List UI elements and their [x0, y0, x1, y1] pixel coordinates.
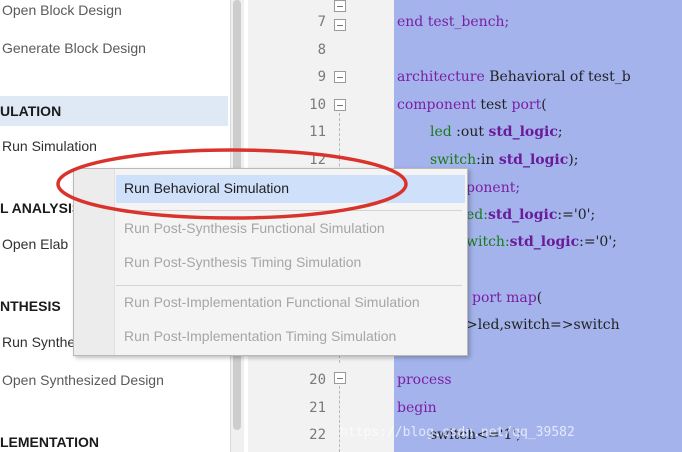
- nav-item-open-block-design[interactable]: Open Block Design: [2, 2, 122, 18]
- line-number: 11: [309, 124, 326, 140]
- code-keyword: ponent;: [466, 180, 521, 196]
- code-line[interactable]: ed:std_logic:='0';: [466, 207, 595, 223]
- code-keyword: process: [397, 372, 452, 388]
- fold-toggle-icon[interactable]: [334, 0, 346, 12]
- code-line[interactable]: begin: [397, 400, 437, 416]
- code-identifier: witch:: [466, 234, 510, 250]
- line-number: 20: [309, 372, 326, 388]
- menu-item-run-post-synthesis-functional-simulation[interactable]: Run Post-Synthesis Functional Simulation: [124, 220, 385, 236]
- code-token: end test_bench;: [397, 14, 510, 30]
- menu-item-run-post-synthesis-timing-simulation[interactable]: Run Post-Synthesis Timing Simulation: [124, 254, 361, 270]
- line-number: 21: [309, 400, 326, 416]
- line-number: 10: [309, 97, 326, 113]
- menu-item-run-post-implementation-timing-simulation[interactable]: Run Post-Implementation Timing Simulatio…: [124, 328, 396, 344]
- code-token: :='0';: [557, 207, 596, 223]
- code-token: ;: [557, 124, 563, 140]
- code-identifier: ed:: [466, 207, 488, 223]
- nav-section-synthesis[interactable]: NTHESIS: [0, 298, 61, 314]
- run-simulation-context-menu: Run Behavioral Simulation Run Post-Synth…: [73, 168, 468, 356]
- code-token: test: [475, 97, 512, 113]
- fold-toggle-icon[interactable]: [334, 372, 346, 384]
- code-keyword: port: [511, 97, 542, 113]
- nav-item-generate-block-design[interactable]: Generate Block Design: [2, 40, 146, 56]
- code-keyword: architecture: [397, 69, 485, 85]
- code-line[interactable]: witch:std_logic:='0';: [466, 234, 617, 250]
- code-identifier: led: [430, 124, 452, 140]
- menu-icon-column: [74, 169, 115, 355]
- line-number: 12: [309, 152, 326, 168]
- code-token: :='0';: [579, 234, 617, 250]
- menu-separator: [116, 285, 462, 286]
- code-type: std_logic: [509, 234, 580, 250]
- line-number: 22: [309, 427, 326, 443]
- code-line[interactable]: ponent;: [466, 180, 520, 196]
- nav-section-rtl-analysis[interactable]: L ANALYSIS: [0, 200, 81, 216]
- code-line[interactable]: process: [397, 372, 452, 388]
- code-token: );: [568, 152, 579, 168]
- code-line[interactable]: component test port(: [397, 97, 547, 113]
- fold-guide-line: [339, 386, 340, 452]
- watermark-text: https://blog.csdn.net/qq_39582: [340, 425, 575, 440]
- code-line[interactable]: end test_bench;: [397, 14, 509, 30]
- code-line[interactable]: port map(: [472, 290, 542, 306]
- nav-item-open-elaborated-design[interactable]: Open Elab: [2, 236, 68, 252]
- code-keyword: port map: [472, 290, 537, 306]
- nav-item-run-simulation[interactable]: Run Simulation: [2, 138, 97, 154]
- fold-toggle-icon[interactable]: [334, 19, 346, 31]
- code-keyword: begin: [397, 400, 437, 416]
- code-keyword: component: [397, 97, 476, 113]
- code-token: (: [536, 290, 543, 306]
- code-token: (: [541, 97, 547, 113]
- code-token: :out: [451, 124, 489, 140]
- fold-toggle-icon[interactable]: [334, 71, 346, 83]
- line-number: 8: [317, 42, 326, 58]
- line-number: 7: [317, 14, 326, 30]
- code-identifier: switch: [430, 152, 477, 168]
- menu-item-run-post-implementation-functional-simulation[interactable]: Run Post-Implementation Functional Simul…: [124, 294, 420, 310]
- code-token: :in: [476, 152, 499, 168]
- nav-section-implementation[interactable]: LEMENTATION: [0, 434, 99, 450]
- code-type: std_logic: [487, 207, 558, 223]
- menu-item-run-behavioral-simulation[interactable]: Run Behavioral Simulation: [124, 180, 289, 196]
- code-type: std_logic: [488, 124, 558, 140]
- code-type: std_logic: [498, 152, 569, 168]
- line-number: 9: [317, 69, 326, 85]
- code-token: >led,switch=>switch: [466, 317, 620, 333]
- code-line[interactable]: led :out std_logic;: [430, 124, 563, 140]
- code-line[interactable]: >led,switch=>switch: [466, 317, 620, 333]
- code-line[interactable]: switch:in std_logic);: [430, 152, 578, 168]
- nav-section-simulation[interactable]: ULATION: [0, 96, 228, 126]
- code-token: Behavioral of test_b: [484, 69, 631, 85]
- menu-separator: [116, 210, 462, 211]
- nav-item-run-synthesis[interactable]: Run Synthe: [2, 334, 75, 350]
- code-line[interactable]: architecture Behavioral of test_b: [397, 69, 631, 85]
- nav-item-open-synthesized-design[interactable]: Open Synthesized Design: [2, 372, 164, 388]
- fold-toggle-icon[interactable]: [334, 99, 346, 111]
